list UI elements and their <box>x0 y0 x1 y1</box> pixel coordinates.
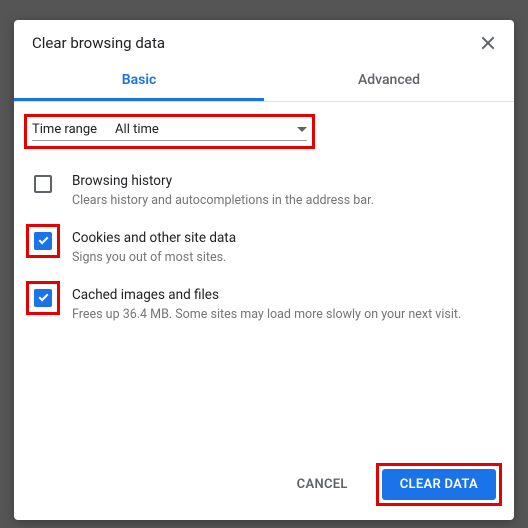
checkbox-cookies[interactable] <box>34 232 52 250</box>
clear-browsing-data-dialog: Clear browsing data Basic Advanced Time … <box>14 20 514 520</box>
option-title: Cookies and other site data <box>72 230 236 246</box>
checkbox-cache[interactable] <box>34 289 52 307</box>
checkbox-wrap <box>26 167 60 201</box>
clear-data-button[interactable]: Clear data <box>382 469 496 500</box>
option-browsing-history: Browsing history Clears history and auto… <box>26 167 502 210</box>
option-title: Cached images and files <box>72 287 461 303</box>
option-desc: Clears history and autocompletions in th… <box>72 193 374 210</box>
checkbox-highlight <box>26 281 60 315</box>
checkbox-browsing-history[interactable] <box>34 175 52 193</box>
dialog-header: Clear browsing data <box>14 20 514 62</box>
cancel-button[interactable]: Cancel <box>279 469 366 500</box>
clear-button-highlight: Clear data <box>376 463 502 506</box>
option-cookies: Cookies and other site data Signs you ou… <box>26 224 502 267</box>
option-desc: Frees up 36.4 MB. Some sites may load mo… <box>72 307 461 324</box>
checkbox-highlight <box>26 224 60 258</box>
dialog-title: Clear browsing data <box>32 34 480 52</box>
dialog-content: Time range All time Browsing history Cle… <box>14 102 514 453</box>
chevron-down-icon <box>297 127 307 132</box>
tab-bar: Basic Advanced <box>14 62 514 102</box>
close-icon[interactable] <box>480 35 496 51</box>
tab-basic[interactable]: Basic <box>14 62 264 101</box>
tab-advanced[interactable]: Advanced <box>264 62 514 101</box>
check-icon <box>38 235 48 245</box>
time-range-highlight: Time range All time <box>24 114 315 149</box>
time-range-label: Time range <box>32 122 97 137</box>
time-range-select[interactable]: Time range All time <box>32 122 307 141</box>
option-cache: Cached images and files Frees up 36.4 MB… <box>26 281 502 324</box>
option-desc: Signs you out of most sites. <box>72 250 236 267</box>
time-range-value: All time <box>115 122 159 137</box>
check-icon <box>38 292 48 302</box>
option-title: Browsing history <box>72 173 374 189</box>
dialog-actions: Cancel Clear data <box>14 453 514 520</box>
